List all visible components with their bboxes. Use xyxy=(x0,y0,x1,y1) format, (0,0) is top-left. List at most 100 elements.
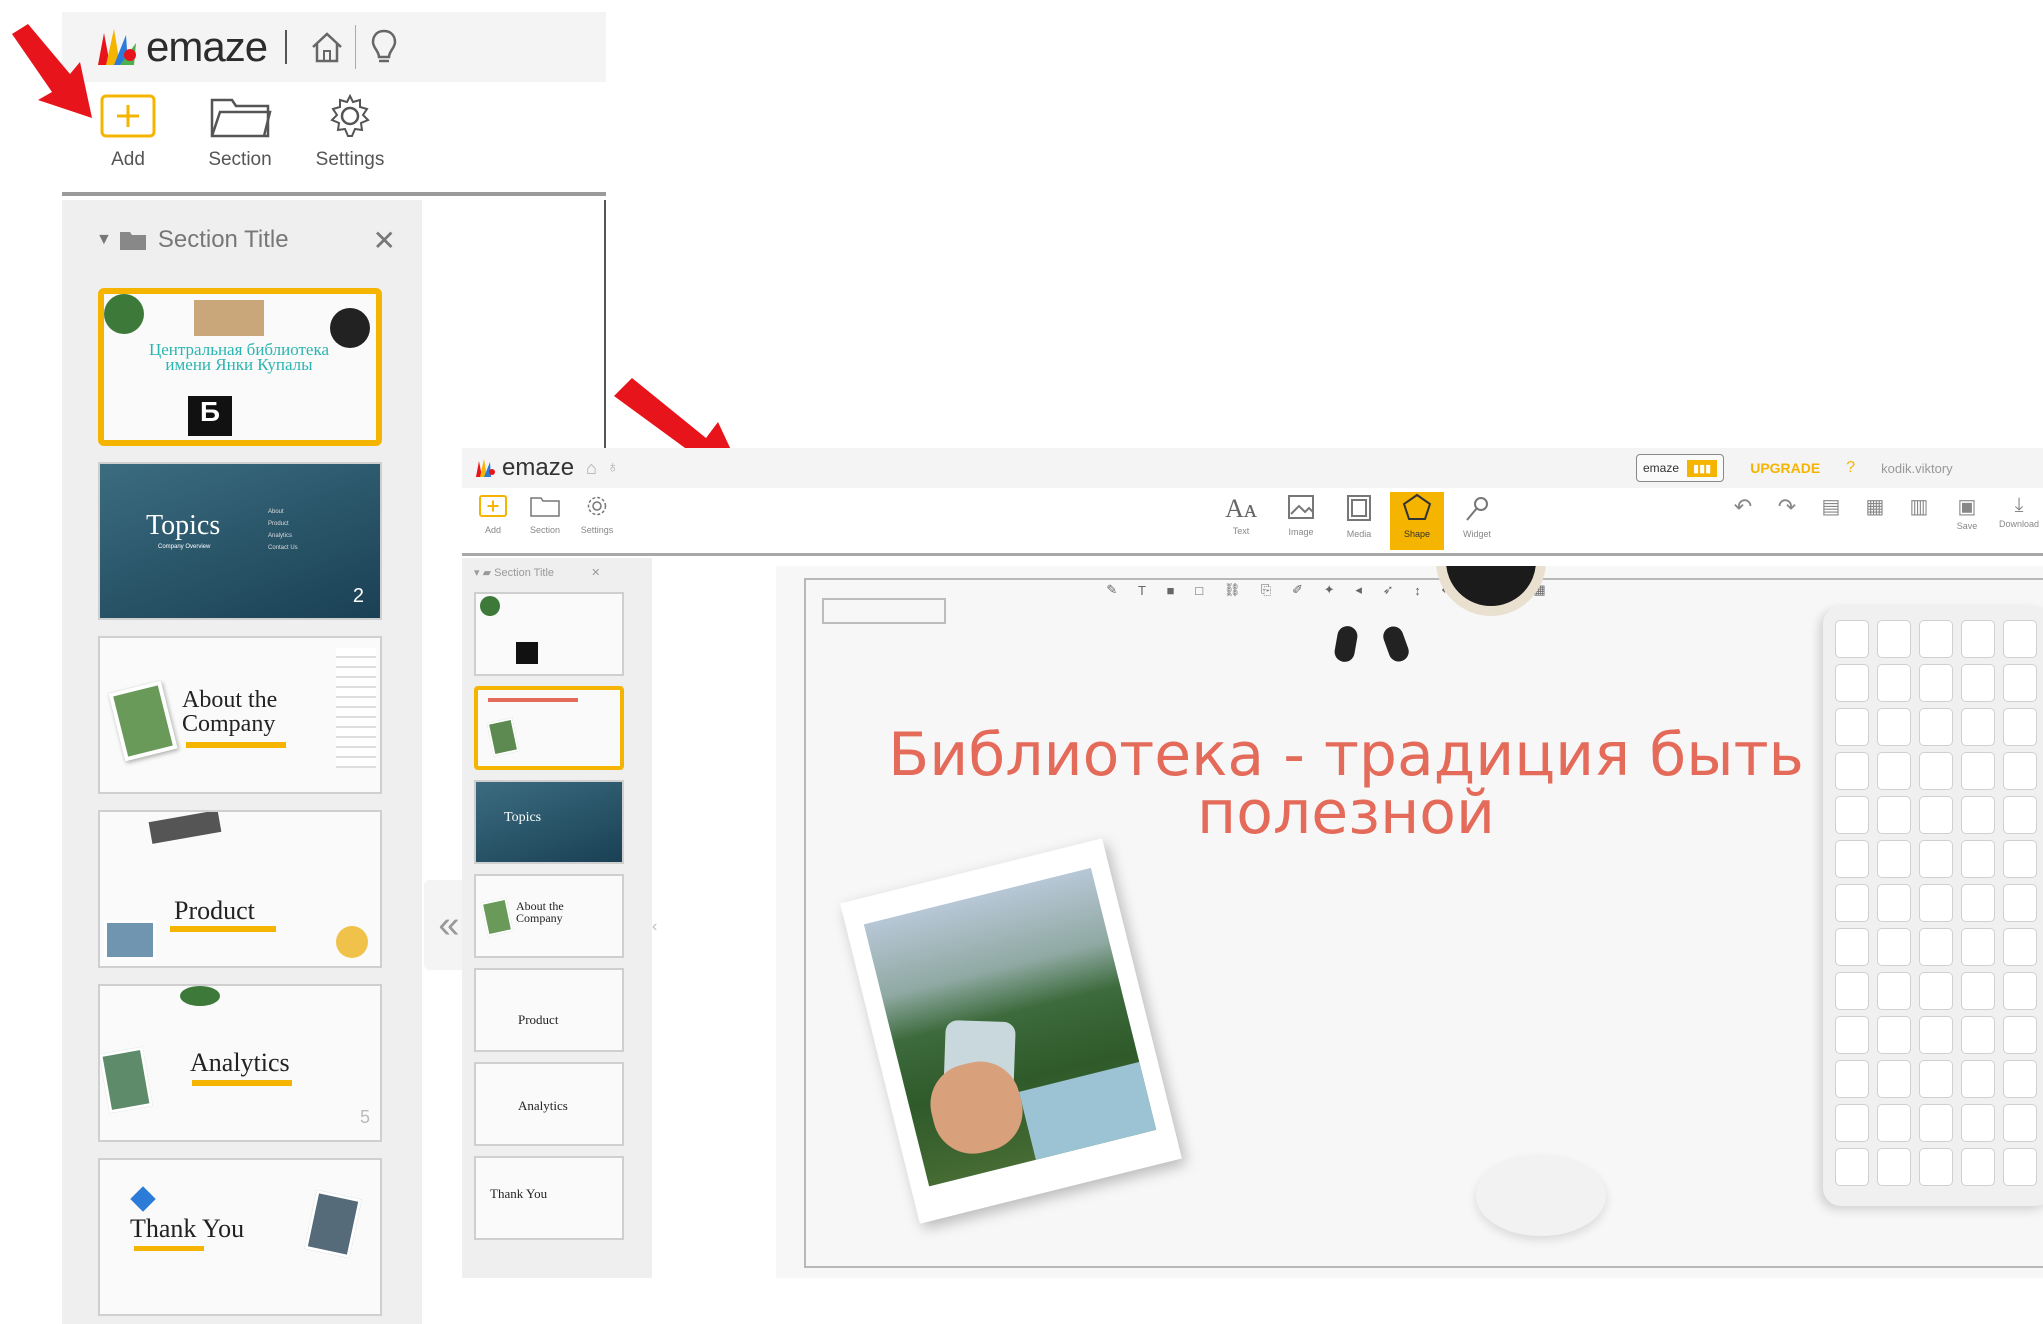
section-title: Section Title xyxy=(157,226,289,253)
close-icon[interactable]: ✕ xyxy=(373,224,396,257)
text-tool-button[interactable]: Aᴀ Text xyxy=(1214,494,1268,536)
caret-down-icon[interactable]: ▾ xyxy=(474,567,480,579)
lightbulb-icon[interactable]: ♁ xyxy=(607,459,619,477)
slide-heading[interactable]: Библиотека - традиция быть полезной xyxy=(856,725,1836,843)
keyboard-key xyxy=(1919,1016,1953,1054)
pen-icon[interactable]: ✎ xyxy=(1106,582,1117,598)
sound-icon[interactable]: ◂ xyxy=(1355,582,1362,598)
pentagon-icon xyxy=(1402,493,1432,520)
caret-down-icon[interactable]: ▼ xyxy=(96,231,112,249)
download-icon: ⤓ xyxy=(2014,494,2024,516)
settings-label: Settings xyxy=(315,149,385,170)
delete-button[interactable]: ▥ xyxy=(1892,494,1946,519)
keyboard-key xyxy=(1919,1060,1953,1098)
photo-image xyxy=(100,1046,153,1114)
slide-subtitle: Company Overview xyxy=(158,544,211,550)
slide-thumbnail-5[interactable]: Analytics 5 xyxy=(98,984,382,1142)
user-name[interactable]: kodik.viktory xyxy=(1881,461,1953,476)
keyboard-key xyxy=(2003,796,2037,834)
slide-title: Центральная библиотека имени Янки Купалы xyxy=(148,340,330,374)
keyboard-key xyxy=(2003,884,2037,922)
placeholder-box[interactable] xyxy=(822,598,946,624)
section-title: Section Title xyxy=(494,567,555,579)
emaze-badge[interactable]: emaze ▮▮▮ xyxy=(1636,454,1725,482)
slide-thumbnail-6[interactable]: Thank You xyxy=(98,1158,382,1316)
copy-icon[interactable]: ⎘ xyxy=(1261,582,1271,598)
style-icon[interactable]: ✐ xyxy=(1292,582,1303,598)
link-icon[interactable]: ⛓ xyxy=(1224,582,1241,598)
save-button[interactable]: ▣ Save xyxy=(1940,494,1994,531)
animation-icon[interactable]: ➶ xyxy=(1383,582,1394,598)
mini-slide-thumbnail-4[interactable]: About the Company xyxy=(474,874,624,958)
slide-thumbnail-3[interactable]: About the Company xyxy=(98,636,382,794)
section-header[interactable]: ▼ Section Title ✕ xyxy=(96,220,396,260)
canvas-edge xyxy=(422,200,606,460)
keyboard-key xyxy=(1877,708,1911,746)
help-button[interactable]: ? xyxy=(1846,459,1855,477)
mini-slide-thumbnail-6[interactable]: Analytics xyxy=(474,1062,624,1146)
keyboard-key xyxy=(1835,796,1869,834)
keyboard-key xyxy=(1961,1016,1995,1054)
divider xyxy=(355,25,357,69)
slide-thumbnail-2[interactable]: Topics Company Overview About Product Anal… xyxy=(98,462,382,620)
home-icon[interactable]: ⌂ xyxy=(586,458,597,479)
lightbulb-icon[interactable] xyxy=(362,25,406,69)
settings-button[interactable]: Settings xyxy=(300,92,400,171)
folder-icon: ▰ xyxy=(482,567,492,579)
media-tool-button[interactable]: Media xyxy=(1332,494,1386,539)
keyboard-key xyxy=(1961,972,1995,1010)
keyboard-key xyxy=(1961,884,1995,922)
mini-slide-thumbnail-1[interactable] xyxy=(474,592,624,676)
keyboard-key xyxy=(1835,752,1869,790)
keyboard-key xyxy=(2003,752,2037,790)
section-header[interactable]: ▾ ▰ Section Title ✕ xyxy=(474,566,600,579)
section-button[interactable]: Section xyxy=(518,494,572,535)
shape-tool-button[interactable]: Shape xyxy=(1390,492,1444,550)
red-arrow-icon xyxy=(12,24,92,118)
widget-tool-button[interactable]: Widget xyxy=(1450,494,1504,539)
align-icon[interactable]: ↕ xyxy=(1414,583,1421,598)
keyboard-key xyxy=(1961,928,1995,966)
logo-b-icon: Ƃ xyxy=(188,396,232,436)
keyboard-key xyxy=(1835,928,1869,966)
text-icon: Aᴀ xyxy=(1225,494,1257,523)
slide-title: Thank You xyxy=(130,1214,245,1243)
upgrade-button[interactable]: UPGRADE xyxy=(1750,460,1820,476)
slide-thumbnail-4[interactable]: Product xyxy=(98,810,382,968)
download-button[interactable]: ⤓ Download xyxy=(1992,494,2043,529)
slide-number: 2 xyxy=(352,585,364,607)
section-button[interactable]: Section xyxy=(190,92,290,171)
close-icon[interactable]: ✕ xyxy=(591,567,600,579)
settings-button[interactable]: Settings xyxy=(570,494,624,535)
mini-slide-thumbnail-7[interactable]: Thank You xyxy=(474,1156,624,1240)
keyboard-key xyxy=(1919,840,1953,878)
fill-icon[interactable]: ■ xyxy=(1167,583,1175,598)
mini-slide-thumbnail-2[interactable] xyxy=(474,686,624,770)
plant-image xyxy=(104,294,144,334)
slide-thumbnail-1[interactable]: Центральная библиотека имени Янки Купалы… xyxy=(98,288,382,446)
keyboard-key xyxy=(1919,928,1953,966)
keyboard-key xyxy=(2003,972,2037,1010)
keyboard-key xyxy=(1877,1060,1911,1098)
mini-slide-thumbnail-3[interactable]: Topics xyxy=(474,780,624,864)
widget-icon xyxy=(1466,497,1488,521)
add-button[interactable]: Add xyxy=(466,494,520,535)
mini-slide-thumbnail-5[interactable]: Product xyxy=(474,968,624,1052)
keyboard-key xyxy=(1961,796,1995,834)
slide-canvas[interactable]: ✎ T ■ □ ⛓ ⎘ ✐ ✦ ◂ ➶ ↕ ⇹ ● ↻ ▦ Библиотека… xyxy=(776,566,2043,1278)
accent-bar xyxy=(192,1080,292,1086)
editor-toolbar: Add Section Settings Aᴀ Text Image Media… xyxy=(462,488,2043,556)
collapse-sidebar-button[interactable]: ‹ xyxy=(652,918,668,948)
slide-title: Product xyxy=(174,896,255,925)
image-tool-button[interactable]: Image xyxy=(1274,494,1328,537)
coin-image xyxy=(336,926,368,958)
keyboard-key xyxy=(1835,1060,1869,1098)
font-size-icon[interactable]: T xyxy=(1138,583,1146,598)
add-icon xyxy=(100,94,156,138)
keyboard-image xyxy=(336,648,376,768)
keyboard-key xyxy=(1919,1104,1953,1142)
effect-icon[interactable]: ✦ xyxy=(1324,582,1335,598)
home-icon[interactable] xyxy=(305,25,349,69)
border-icon[interactable]: □ xyxy=(1195,583,1203,598)
keyboard-key xyxy=(1961,620,1995,658)
